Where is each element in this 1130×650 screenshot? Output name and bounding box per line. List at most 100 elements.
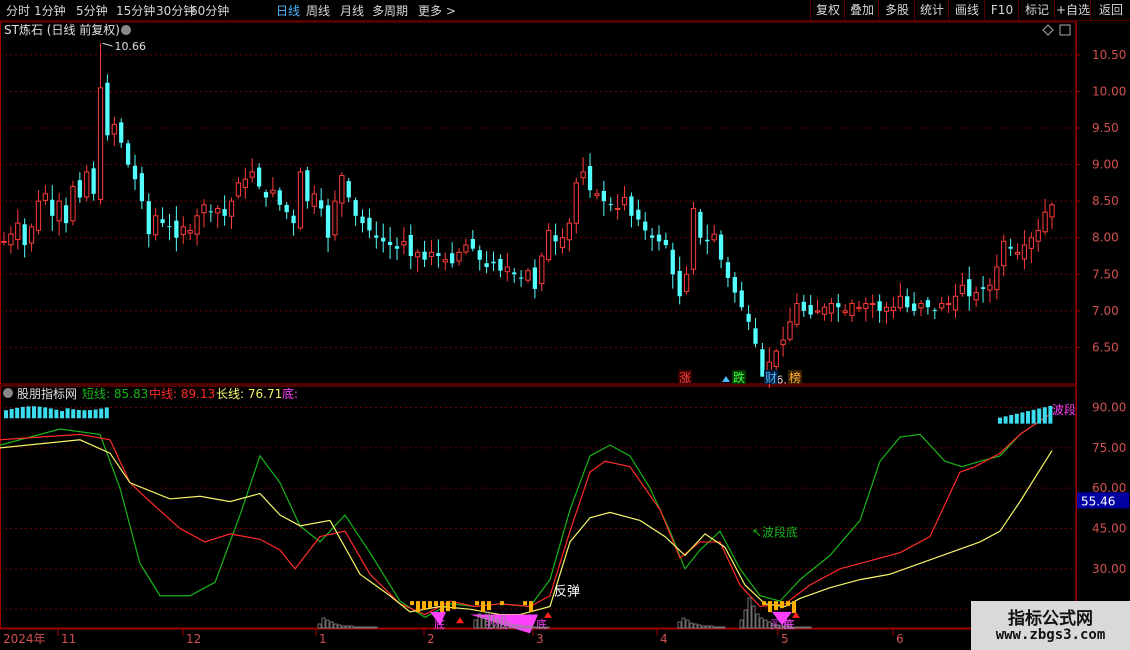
period-tab-5[interactable]: 60分钟: [190, 2, 229, 19]
bottom-label: 底:: [282, 386, 298, 401]
candle-body-100: [690, 207, 697, 270]
candle-body-130: [897, 295, 903, 309]
candle-body-71: [491, 261, 496, 264]
candle-body-84: [580, 171, 586, 179]
cyan-bar-right-4: [1020, 412, 1025, 424]
candle-body-148: [1021, 244, 1028, 260]
volume-bar-3-2: [747, 597, 752, 629]
candle-body-145: [1001, 240, 1007, 267]
month-label-3: 2: [427, 632, 435, 646]
indicator-panel-frame: [0, 385, 1077, 629]
candle-body-88: [608, 204, 613, 206]
toolbar-button-2[interactable]: 多股: [878, 0, 915, 20]
candle-body-109: [753, 328, 758, 344]
yellow-bar-0-4: [434, 601, 438, 607]
period-tab-10[interactable]: 更多 >: [418, 2, 456, 19]
candle-body-61: [422, 251, 427, 260]
yellow-bar-0-2: [422, 601, 426, 611]
candle-body-42: [291, 215, 296, 224]
yellow-bar-4-0: [762, 601, 766, 606]
candle-body-58: [401, 240, 407, 246]
month-label-7: 6: [896, 632, 904, 646]
candle-body-121: [836, 303, 841, 308]
candle-body-127: [877, 301, 882, 311]
short-label: 短线: 85.83: [82, 387, 148, 401]
candle-body-68: [470, 239, 475, 249]
yellow-bar-1-1: [481, 601, 485, 613]
candle-body-33: [228, 200, 235, 217]
toolbar-button-3[interactable]: 统计: [914, 0, 949, 20]
candle-body-20: [139, 173, 145, 202]
candle-body-77: [532, 267, 538, 289]
price-tick-label-4: 8.50: [1092, 194, 1119, 208]
toolbar-button-6[interactable]: 标记: [1018, 0, 1055, 20]
volume-bar-2-7: [705, 625, 710, 629]
toolbar-button-8[interactable]: 返回: [1090, 0, 1130, 20]
toolbar-button-7[interactable]: +自选: [1054, 0, 1091, 20]
candle-body-60: [415, 251, 421, 258]
candle-body-46: [319, 200, 324, 209]
period-tab-6[interactable]: 日线: [276, 2, 300, 19]
price-tick-label-3: 9.00: [1092, 158, 1119, 172]
yellow-bar-1-2: [487, 601, 491, 611]
bottom-mark-1: 底: [434, 617, 445, 631]
cyan-bar-left-6: [37, 406, 42, 419]
red-arrow-2: [544, 611, 552, 618]
yellow-bar-3-0: [523, 601, 527, 606]
high-label: 10.66: [115, 40, 146, 53]
candle-body-55: [381, 237, 386, 242]
candle-body-87: [601, 190, 606, 202]
candle-body-125: [863, 303, 869, 309]
cyan-bar-left-11: [65, 408, 70, 419]
volume-bar-3-1: [743, 609, 748, 629]
cyan-bar-left-0: [4, 410, 8, 419]
candle-body-3: [22, 224, 27, 246]
candle-body-52: [360, 216, 365, 224]
cyan-bar-right-1: [1003, 416, 1008, 424]
candle-body-26: [180, 226, 186, 235]
candle-body-139: [959, 284, 966, 295]
yellow-bar-4-5: [792, 601, 796, 614]
candle-body-4: [28, 226, 35, 244]
stock-title: ST炼石 (日线 前复权): [4, 22, 120, 37]
cyan-bar-left-15: [88, 410, 92, 419]
cyan-bar-left-13: [76, 409, 81, 419]
toolbar-button-1[interactable]: 叠加: [844, 0, 879, 20]
period-tab-1[interactable]: 1分钟: [34, 2, 66, 19]
candle-body-142: [980, 287, 986, 289]
candle-body-56: [387, 241, 393, 246]
cyan-bar-left-3: [20, 406, 25, 419]
cyan-bar-left-8: [48, 408, 53, 419]
period-tab-0[interactable]: 分时: [6, 2, 30, 19]
period-toolbar: 分时 1分钟 5分钟 15分钟 30分钟 60分钟 日线 周线 月线 多周期 更多 > 复权 叠加 多股统…: [0, 0, 1130, 21]
candle-body-112: [773, 350, 779, 367]
volume-bar-0-6: [341, 625, 346, 629]
period-tab-7[interactable]: 周线: [306, 2, 330, 19]
candle-body-49: [339, 175, 345, 204]
candle-body-126: [870, 303, 876, 306]
candle-body-70: [484, 263, 489, 267]
toolbar-button-0[interactable]: 复权: [810, 0, 845, 20]
toolbar-button-4[interactable]: 画线: [948, 0, 985, 20]
candle-body-135: [932, 310, 937, 312]
volume-bar-1-0: [473, 619, 478, 629]
month-label-2: 1: [319, 632, 327, 646]
candle-body-28: [194, 215, 200, 235]
period-tab-9[interactable]: 多周期: [372, 2, 408, 19]
candle-body-107: [739, 290, 744, 308]
period-tab-2[interactable]: 5分钟: [76, 2, 108, 19]
candle-body-113: [780, 339, 786, 346]
candle-body-102: [705, 239, 710, 242]
cyan-bar-left-16: [93, 409, 98, 419]
toolbar-button-5[interactable]: F10: [984, 0, 1019, 20]
candle-body-141: [973, 292, 979, 301]
candle-body-92: [636, 209, 641, 220]
period-tab-3[interactable]: 15分钟: [116, 2, 155, 19]
candle-body-75: [518, 277, 524, 279]
candle-body-108: [746, 313, 751, 322]
high-pointer: [102, 42, 113, 47]
wave-top-label: 波段: [1052, 402, 1076, 417]
period-tab-8[interactable]: 月线: [340, 2, 364, 19]
volume-bar-2-8: [709, 625, 714, 629]
price-tick-label-2: 9.50: [1092, 121, 1119, 135]
